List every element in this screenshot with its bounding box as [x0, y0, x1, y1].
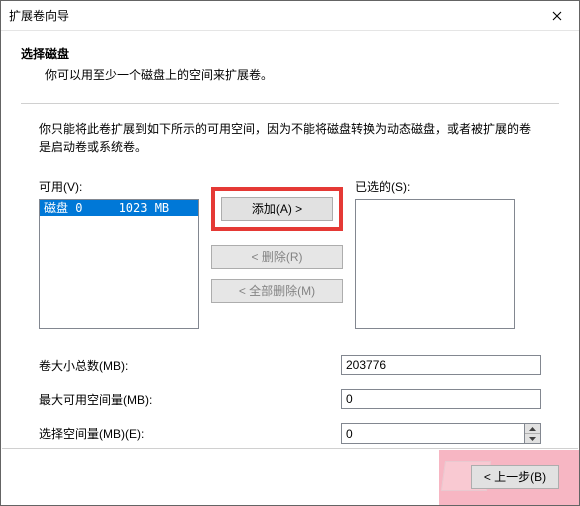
spinner-down[interactable] [525, 434, 540, 443]
disk-lists-row: 可用(V): 磁盘 0 1023 MB 添加(A) > < 删除(R) < 全部… [39, 178, 541, 329]
available-label: 可用(V): [39, 178, 199, 195]
select-space-label: 选择空间量(MB)(E): [39, 425, 341, 442]
total-size-row: 卷大小总数(MB): [39, 355, 541, 375]
remove-all-button[interactable]: < 全部删除(M) [211, 279, 343, 303]
footer-divider [2, 448, 578, 449]
spinner-buttons [524, 423, 541, 444]
description-text: 你只能将此卷扩展到如下所示的可用空间，因为不能将磁盘转换为动态磁盘，或者被扩展的… [39, 120, 541, 156]
total-size-label: 卷大小总数(MB): [39, 357, 341, 374]
max-space-value [341, 389, 541, 409]
max-space-row: 最大可用空间量(MB): [39, 389, 541, 409]
chevron-up-icon [529, 427, 536, 431]
wizard-window: 扩展卷向导 选择磁盘 你可以用至少一个磁盘上的空间来扩展卷。 你只能将此卷扩展到… [0, 0, 580, 506]
select-space-row: 选择空间量(MB)(E): [39, 423, 541, 444]
spinner-up[interactable] [525, 424, 540, 434]
transfer-buttons: 添加(A) > < 删除(R) < 全部删除(M) [211, 178, 343, 303]
total-size-value [341, 355, 541, 375]
titlebar: 扩展卷向导 [1, 1, 579, 31]
select-space-input[interactable] [341, 423, 524, 444]
window-title: 扩展卷向导 [9, 7, 69, 24]
selected-column: 已选的(S): [355, 178, 515, 329]
max-space-label: 最大可用空间量(MB): [39, 391, 341, 408]
available-listbox[interactable]: 磁盘 0 1023 MB [39, 199, 199, 329]
back-button[interactable]: < 上一步(B) [471, 465, 559, 489]
highlight-frame: 添加(A) > [211, 187, 343, 231]
select-space-spinner [341, 423, 541, 444]
selected-label: 已选的(S): [355, 178, 515, 195]
content-area: 选择磁盘 你可以用至少一个磁盘上的空间来扩展卷。 你只能将此卷扩展到如下所示的可… [1, 31, 579, 444]
remove-button[interactable]: < 删除(R) [211, 245, 343, 269]
close-button[interactable] [534, 1, 579, 31]
close-icon [552, 11, 562, 21]
selected-listbox[interactable] [355, 199, 515, 329]
list-item[interactable]: 磁盘 0 1023 MB [40, 200, 198, 216]
inner-panel: 你只能将此卷扩展到如下所示的可用空间，因为不能将磁盘转换为动态磁盘，或者被扩展的… [21, 120, 559, 444]
chevron-down-icon [529, 437, 536, 441]
add-button[interactable]: 添加(A) > [221, 197, 333, 221]
divider [21, 103, 559, 104]
page-heading: 选择磁盘 [21, 45, 559, 62]
page-subheading: 你可以用至少一个磁盘上的空间来扩展卷。 [45, 66, 559, 83]
available-column: 可用(V): 磁盘 0 1023 MB [39, 178, 199, 329]
footer-buttons: < 上一步(B) [471, 465, 559, 489]
